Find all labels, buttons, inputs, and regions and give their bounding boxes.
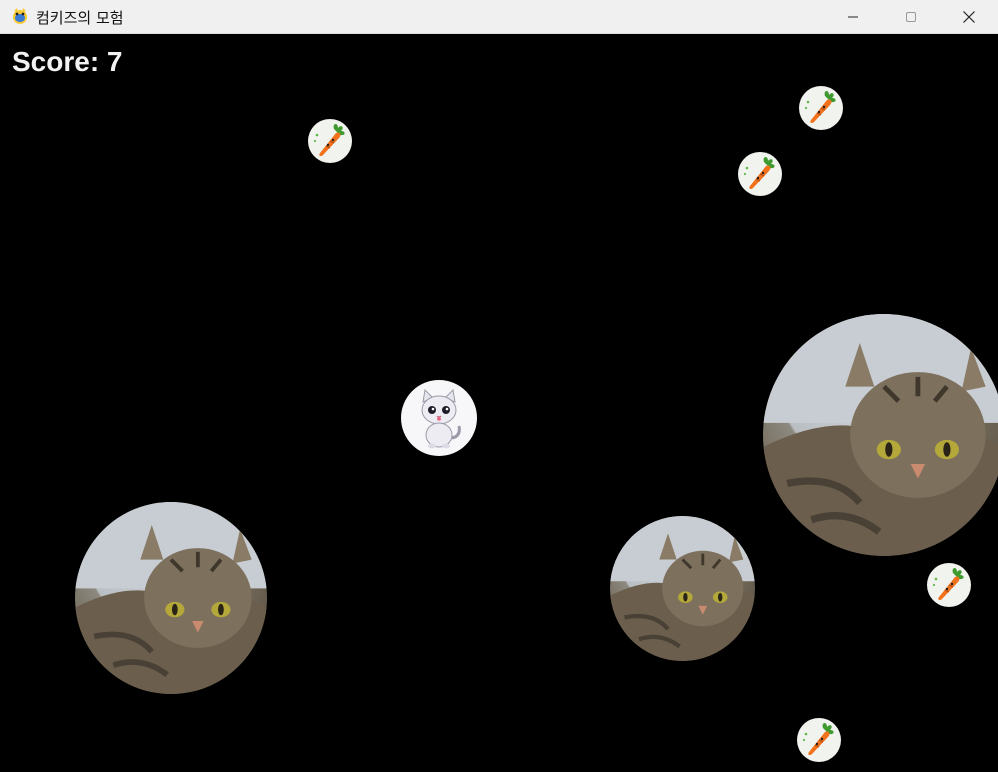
player-kitten-icon [401,380,477,456]
window-title: 컴키즈의 모험 [36,9,124,27]
app-icon [10,6,30,26]
carrot-icon [927,563,971,607]
maximize-button[interactable] [883,0,939,33]
carrot-icon [799,86,843,130]
score-label: Score: 7 [12,46,123,77]
close-button[interactable] [941,0,997,33]
enemy-cat-photo [763,314,998,556]
carrot-icon [308,119,352,163]
carrot-icon [797,718,841,762]
title-bar[interactable]: 컴키즈의 모험 [0,0,998,34]
game-canvas[interactable]: Score: 7 [0,34,998,772]
minimize-icon [848,16,858,17]
maximize-icon [906,11,916,22]
carrot-icon [738,152,782,196]
enemy-cat-photo [610,516,755,661]
close-icon [963,10,975,23]
game-window: 컴키즈의 모험 Score: 7 [0,0,998,772]
minimize-button[interactable] [825,0,881,33]
enemy-cat-photo [75,502,267,694]
